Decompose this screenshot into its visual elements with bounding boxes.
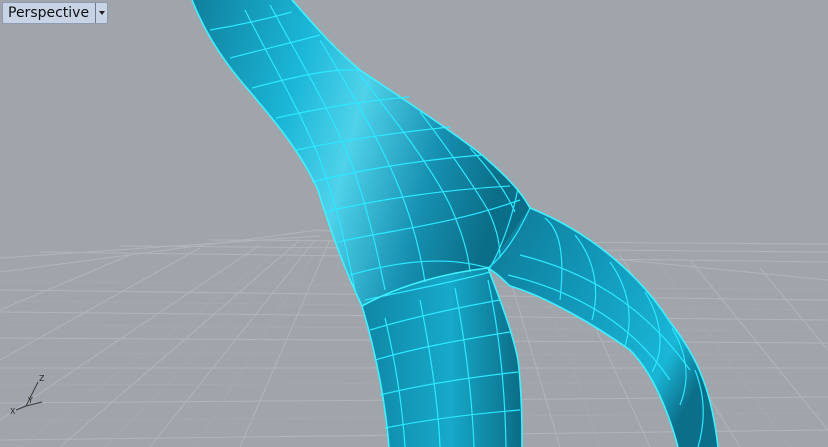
- triangle-down-icon: [98, 11, 105, 15]
- axis-x-label: X: [10, 407, 16, 415]
- world-axis-icon: Z Y X: [10, 374, 45, 415]
- tube-right-branch[interactable]: [488, 208, 718, 447]
- viewport-menu-button[interactable]: [95, 3, 107, 23]
- viewport-title-tab[interactable]: Perspective: [2, 2, 109, 24]
- viewport-title[interactable]: Perspective: [3, 3, 95, 23]
- perspective-viewport[interactable]: Perspective Z Y X: [0, 0, 828, 447]
- axis-z-label: Z: [39, 374, 45, 383]
- viewport-scene[interactable]: [0, 0, 828, 447]
- axis-y-label: Y: [27, 396, 33, 405]
